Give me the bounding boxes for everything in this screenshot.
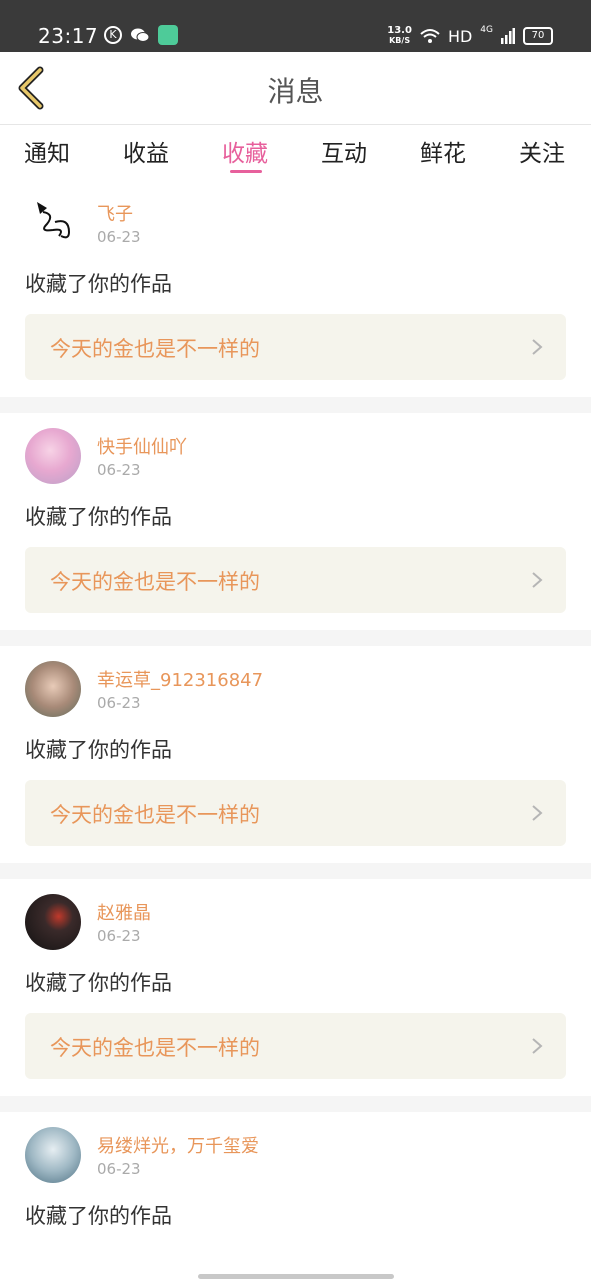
network-speed: 13.0 KB/S [387, 25, 412, 46]
work-title: 今天的金也是不一样的 [50, 337, 260, 361]
action-text: 收藏了你的作品 [25, 1204, 172, 1228]
date: 06-23 [97, 1160, 141, 1178]
list-item: 快手仙仙吖 06-23 收藏了你的作品 今天的金也是不一样的 [0, 413, 591, 630]
status-bar: 23:17 K 13.0 KB/S HD 4G 70 [0, 0, 591, 52]
favorites-list: 飞子 06-23 收藏了你的作品 今天的金也是不一样的 快手仙仙吖 06-23 … [0, 180, 591, 1252]
action-text: 收藏了你的作品 [25, 738, 172, 762]
chevron-right-icon [532, 805, 543, 821]
list-item: 飞子 06-23 收藏了你的作品 今天的金也是不一样的 [0, 180, 591, 397]
status-left-icons: K [104, 25, 178, 45]
work-title: 今天的金也是不一样的 [50, 570, 260, 594]
network-type: 4G [480, 25, 493, 35]
wechat-icon [131, 28, 150, 42]
username[interactable]: 飞子 [97, 200, 133, 226]
chevron-right-icon [532, 339, 543, 355]
tab-bar: 通知 收益 收藏 互动 鲜花 关注 [0, 126, 591, 178]
avatar[interactable] [25, 661, 81, 717]
avatar[interactable] [25, 428, 81, 484]
status-right-icons: 13.0 KB/S HD 4G 70 [387, 25, 553, 46]
home-indicator[interactable] [198, 1274, 394, 1279]
date: 06-23 [97, 461, 141, 479]
list-item: 赵雅晶 06-23 收藏了你的作品 今天的金也是不一样的 [0, 879, 591, 1096]
chevron-right-icon [532, 1038, 543, 1054]
tab-notifications[interactable]: 通知 [24, 134, 70, 168]
chevron-right-icon [532, 572, 543, 588]
avatar[interactable] [25, 192, 81, 248]
status-time: 23:17 [38, 24, 99, 48]
avatar[interactable] [25, 1127, 81, 1183]
work-card[interactable]: 今天的金也是不一样的 [25, 780, 566, 846]
signal-icon [501, 28, 515, 44]
divider [0, 863, 591, 879]
k-app-icon: K [104, 26, 122, 44]
username[interactable]: 赵雅晶 [97, 899, 151, 925]
tab-earnings[interactable]: 收益 [123, 134, 169, 168]
username[interactable]: 快手仙仙吖 [97, 433, 187, 459]
divider [0, 1096, 591, 1112]
action-text: 收藏了你的作品 [25, 272, 172, 296]
wifi-icon [420, 29, 440, 43]
hd-indicator: HD [447, 26, 473, 46]
list-item: 易缕烊光，万千玺爱 06-23 收藏了你的作品 [0, 1112, 591, 1252]
work-title: 今天的金也是不一样的 [50, 1036, 260, 1060]
page-title: 消息 [267, 75, 324, 108]
app-notification-icon [158, 25, 178, 45]
avatar[interactable] [25, 894, 81, 950]
divider [0, 630, 591, 646]
action-text: 收藏了你的作品 [25, 971, 172, 995]
username[interactable]: 幸运草_912316847 [97, 666, 263, 692]
tab-flowers[interactable]: 鲜花 [420, 134, 466, 168]
active-tab-indicator [230, 170, 262, 173]
work-card[interactable]: 今天的金也是不一样的 [25, 547, 566, 613]
work-card[interactable]: 今天的金也是不一样的 [25, 1013, 566, 1079]
battery-icon: 70 [523, 27, 553, 45]
work-title: 今天的金也是不一样的 [50, 803, 260, 827]
username[interactable]: 易缕烊光，万千玺爱 [97, 1132, 259, 1158]
tab-following[interactable]: 关注 [519, 134, 565, 168]
date: 06-23 [97, 927, 141, 945]
work-card[interactable]: 今天的金也是不一样的 [25, 314, 566, 380]
list-item: 幸运草_912316847 06-23 收藏了你的作品 今天的金也是不一样的 [0, 646, 591, 863]
avatar-doodle [37, 202, 71, 239]
date: 06-23 [97, 228, 141, 246]
divider [0, 397, 591, 413]
date: 06-23 [97, 694, 141, 712]
tab-interactions[interactable]: 互动 [321, 134, 367, 168]
action-text: 收藏了你的作品 [25, 505, 172, 529]
title-bar: 消息 [0, 52, 591, 125]
tab-favorites[interactable]: 收藏 [222, 134, 268, 168]
